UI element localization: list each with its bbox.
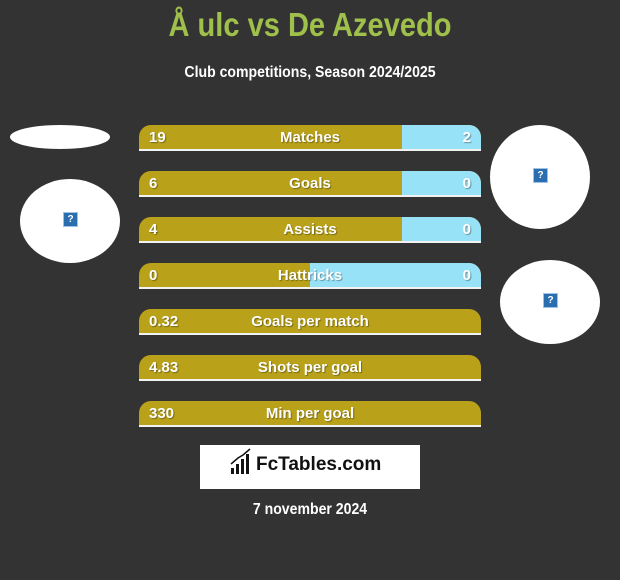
stat-label: Goals per match	[251, 313, 369, 330]
stat-row: 0 Hattricks 0	[139, 263, 481, 289]
stat-row: 4 Assists 0	[139, 217, 481, 243]
stat-row: 19 Matches 2	[139, 125, 481, 151]
left-player-avatar: ?	[20, 179, 120, 263]
competition-subtitle: Club competitions, Season 2024/2025	[184, 64, 436, 81]
broken-image-icon: ?	[63, 212, 78, 227]
page-title: Å ulc vs De Azevedo	[168, 6, 452, 43]
bar-chart-icon	[230, 448, 251, 474]
left-team-logo-placeholder	[10, 125, 110, 149]
right-value: 0	[462, 175, 471, 192]
stat-label: Matches	[279, 129, 341, 146]
stat-row: 6 Goals 0	[139, 171, 481, 197]
right-value: 0	[462, 267, 471, 284]
stat-label: Shots per goal	[257, 359, 363, 376]
broken-image-icon: ?	[533, 168, 548, 183]
stat-label: Min per goal	[265, 405, 355, 422]
date-label: 7 november 2024	[252, 501, 368, 518]
stat-row: 330 Min per goal	[139, 401, 481, 427]
stat-row: 4.83 Shots per goal	[139, 355, 481, 381]
broken-image-icon: ?	[543, 293, 558, 308]
stat-label: Goals	[289, 175, 331, 192]
right-player-avatar: ?	[490, 125, 590, 229]
stat-label: Hattricks	[277, 267, 343, 284]
stat-label: Assists	[283, 221, 337, 238]
stat-row: 0.32 Goals per match	[139, 309, 481, 335]
right-value: 0	[462, 221, 471, 238]
fctables-logo[interactable]: FcTables.com	[200, 445, 420, 489]
logo-text: FcTables.com	[256, 454, 382, 475]
right-value: 2	[462, 129, 471, 146]
right-team-logo: ?	[500, 260, 600, 344]
